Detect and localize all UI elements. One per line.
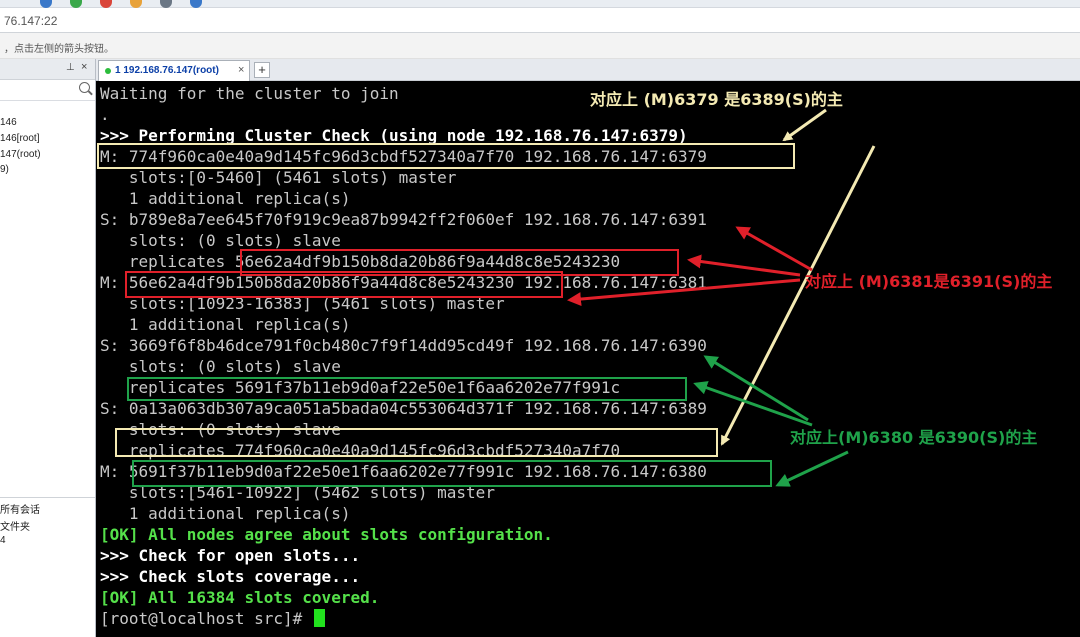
count-item: 4 — [0, 535, 6, 546]
folder-item[interactable]: 文件夹 — [0, 518, 30, 533]
terminal-line: slots: (0 slots) slave — [100, 420, 341, 439]
annotation-text-red: 对应上 (M)6381是6391(S)的主 — [805, 272, 1053, 291]
terminal-line: 1 additional replica(s) — [100, 315, 351, 334]
toolbar-icon[interactable] — [190, 0, 202, 8]
terminal-line: M: 5691f37b11eb9d0af22e50e1f6aa6202e77f9… — [100, 462, 707, 481]
address-bar[interactable]: 76.147:22 — [0, 9, 1080, 33]
tab-session-1[interactable]: 1 192.168.76.147(root) × — [98, 60, 250, 81]
terminal-cursor — [313, 609, 325, 627]
terminal-line: S: 3669f6f8b46dce791f0cb480c7f9f14dd95cd… — [100, 336, 707, 355]
close-icon[interactable]: × — [81, 61, 87, 73]
terminal-line: >>> Performing Cluster Check (using node… — [100, 126, 688, 145]
annotation-text-green: 对应上(M)6380 是6390(S)的主 — [790, 428, 1038, 447]
terminal-line: slots: (0 slots) slave — [100, 357, 341, 376]
terminal-line: M: 56e62a4df9b150b8da20b86f9a44d8c8e5243… — [100, 273, 707, 292]
all-sessions-item[interactable]: 所有会话 — [0, 501, 40, 516]
toolbar-icon[interactable] — [160, 0, 172, 8]
new-tab-button[interactable]: + — [254, 62, 270, 78]
terminal-line: slots:[10923-16383] (5461 slots) master — [100, 294, 505, 313]
session-panel: ⊥ × 146 146[root] 147(root) 9) 所有会话 文件夹 … — [0, 59, 96, 637]
toolbar-icon[interactable] — [70, 0, 82, 8]
terminal-prompt-line[interactable]: [root@localhost src]# — [100, 608, 325, 629]
terminal-line: >>> Check slots coverage... — [100, 567, 361, 586]
tab-bar: 1 192.168.76.147(root) × + — [96, 59, 1080, 81]
terminal-line: Waiting for the cluster to join — [100, 84, 399, 103]
toolbar-icon[interactable] — [40, 0, 52, 8]
terminal-line: slots: (0 slots) slave — [100, 231, 341, 250]
terminal-line: 1 additional replica(s) — [100, 504, 351, 523]
annotation-text-yellow: 对应上 (M)6379 是6389(S)的主 — [590, 90, 843, 109]
divider — [0, 497, 95, 498]
terminal-line: replicates 774f960ca0e40a9d145fc96d3cbdf… — [100, 441, 621, 460]
address-text: 76.147:22 — [4, 14, 58, 28]
terminal-line: slots:[0-5460] (5461 slots) master — [100, 168, 457, 187]
session-search[interactable] — [0, 80, 95, 101]
terminal-line: 1 additional replica(s) — [100, 189, 351, 208]
tab-label: 1 192.168.76.147(root) — [115, 65, 219, 76]
terminal-line: replicates 5691f37b11eb9d0af22e50e1f6aa6… — [100, 378, 621, 397]
terminal-line: slots:[5461-10922] (5462 slots) master — [100, 483, 495, 502]
terminal-line: [OK] All nodes agree about slots configu… — [100, 525, 553, 544]
terminal-line: S: 0a13a063db307a9ca051a5bada04c553064d3… — [100, 399, 707, 418]
terminal[interactable]: Waiting for the cluster to join . >>> Pe… — [96, 81, 1080, 637]
toolbar-icon[interactable] — [100, 0, 112, 8]
terminal-line: . — [100, 105, 110, 124]
terminal-line: S: b789e8a7ee645f70f919c9ea87b9942ff2f06… — [100, 210, 707, 229]
session-tree-item[interactable]: 147(root) — [0, 149, 41, 160]
terminal-line: [OK] All 16384 slots covered. — [100, 588, 380, 607]
session-tree-item[interactable]: 146[root] — [0, 133, 39, 144]
terminal-line: M: 774f960ca0e40a9d145fc96d3cbdf527340a7… — [100, 147, 707, 166]
session-tree-item[interactable]: 9) — [0, 164, 9, 175]
hint-text: ，点击左侧的箭头按钮。 — [4, 44, 114, 55]
search-icon[interactable] — [79, 82, 90, 93]
session-tree-item[interactable]: 146 — [0, 117, 17, 128]
pin-icon[interactable]: ⊥ — [66, 62, 75, 73]
toolbar-icon[interactable] — [130, 0, 142, 8]
terminal-line: replicates 56e62a4df9b150b8da20b86f9a44d… — [100, 252, 621, 271]
hint-bar: ，点击左侧的箭头按钮。 — [0, 33, 1080, 59]
session-panel-header: ⊥ × — [0, 59, 95, 80]
connected-status-icon — [105, 68, 111, 74]
toolbar — [0, 0, 1080, 8]
prompt-text: [root@localhost src]# — [100, 609, 312, 628]
terminal-line: >>> Check for open slots... — [100, 546, 361, 565]
tab-close-icon[interactable]: × — [238, 64, 244, 76]
